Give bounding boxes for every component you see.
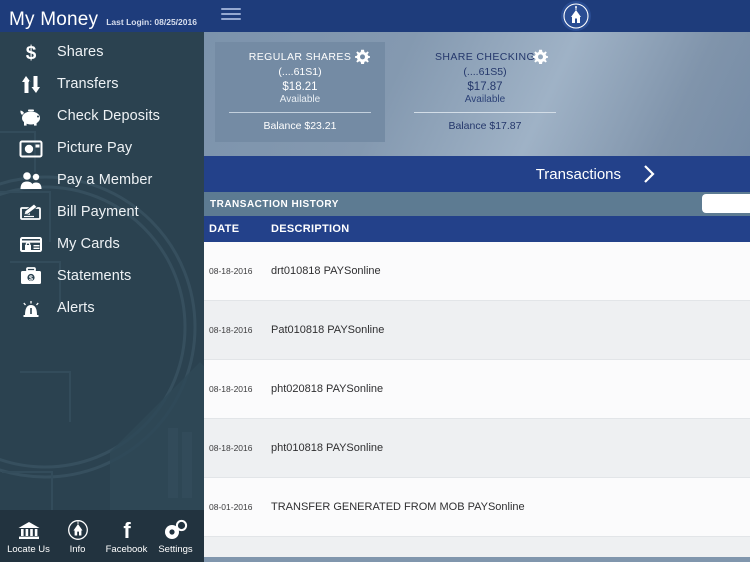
transaction-date: 08-18-2016 [209, 325, 253, 335]
table-row[interactable]: 08-18-2016 pht020818 PAYSonline [204, 360, 750, 419]
hamburger-line [221, 13, 241, 15]
sidebar: $ Shares $ Transfers Check Deposits Pict… [0, 32, 204, 562]
camera-icon [14, 135, 48, 161]
gear-icon[interactable] [533, 49, 548, 64]
account-balance: Balance $17.87 [448, 120, 522, 132]
account-balance: Balance $23.21 [263, 120, 337, 132]
transactions-table-header: DATE DESCRIPTION [204, 216, 750, 242]
transaction-history-title: TRANSACTION HISTORY [210, 198, 339, 210]
transactions-bar[interactable]: Transactions [204, 156, 750, 192]
hamburger-line [221, 8, 241, 10]
main-content: REGULAR SHARES (....61S1) $18.21 Availab… [204, 32, 750, 562]
hamburger-icon[interactable] [221, 6, 241, 22]
svg-text:$: $ [26, 43, 37, 63]
account-available-amount: $17.87 [467, 81, 503, 93]
app-root: My Money Last Login: 08/25/2016 $ Shares… [0, 0, 750, 562]
page-title: My Money [9, 9, 99, 30]
bottom-nav-label: Info [69, 543, 86, 555]
piggy-bank-icon [14, 103, 48, 129]
sidebar-item-shares[interactable]: $ Shares [0, 36, 204, 68]
transaction-description: pht020818 PAYSonline [271, 383, 384, 395]
account-available-label: Available [464, 94, 506, 105]
bottom-nav-label: Settings [158, 543, 193, 555]
sidebar-item-transfers[interactable]: $ Transfers [0, 68, 204, 100]
divider [229, 112, 371, 113]
top-bar: My Money Last Login: 08/25/2016 [0, 0, 750, 32]
sidebar-item-label: Check Deposits [57, 108, 160, 124]
transaction-date: 08-01-2016 [209, 502, 253, 512]
account-number: (....61S1) [278, 66, 322, 78]
sidebar-menu: $ Shares $ Transfers Check Deposits Pict… [0, 32, 204, 324]
gear-icon[interactable] [355, 49, 370, 64]
svg-text:f: f [123, 519, 131, 541]
table-row[interactable]: 08-01-2016 TRANSFER GENERATED FROM MOB P… [204, 478, 750, 537]
credit-union-logo-icon[interactable] [561, 1, 591, 31]
check-pen-icon [14, 199, 48, 225]
column-header-description: DESCRIPTION [271, 223, 350, 235]
sidebar-item-label: Bill Payment [57, 204, 139, 220]
chevron-right-icon[interactable] [643, 164, 656, 184]
hamburger-line [221, 18, 241, 20]
transaction-history-bar: TRANSACTION HISTORY ⚲ [204, 192, 750, 216]
briefcase-dollar-icon: $ [14, 263, 48, 289]
table-row[interactable]: 08-18-2016 Pat010818 PAYSonline [204, 301, 750, 360]
two-people-icon [14, 167, 48, 193]
bottom-nav-label: Facebook [105, 543, 148, 555]
transactions-label: Transactions [535, 165, 621, 183]
divider [414, 112, 556, 113]
sidebar-item-my-cards[interactable]: My Cards [0, 228, 204, 260]
sidebar-item-alerts[interactable]: Alerts [0, 292, 204, 324]
transfer-arrows-icon: $ [14, 71, 48, 97]
dollar-sign-icon: $ [14, 39, 48, 65]
transaction-date: 08-18-2016 [209, 443, 253, 453]
transactions-table-body: 08-18-2016 drt010818 PAYSonline 08-18-20… [204, 242, 750, 557]
sidebar-item-check-deposits[interactable]: Check Deposits [0, 100, 204, 132]
account-card-regular-shares[interactable]: REGULAR SHARES (....61S1) $18.21 Availab… [215, 42, 385, 142]
sidebar-item-label: Shares [57, 44, 104, 60]
account-available-amount: $18.21 [282, 81, 318, 93]
column-header-date: DATE [209, 223, 240, 235]
sidebar-item-label: Pay a Member [57, 172, 153, 188]
accounts-summary: REGULAR SHARES (....61S1) $18.21 Availab… [204, 32, 750, 156]
last-login-text: Last Login: 08/25/2016 [106, 17, 197, 27]
bottom-nav-item-facebook[interactable]: f Facebook [103, 518, 151, 555]
transaction-description: drt010818 PAYSonline [271, 265, 381, 277]
facebook-f-icon: f [117, 518, 137, 542]
top-bar-branding: My Money Last Login: 08/25/2016 [0, 0, 204, 32]
sidebar-item-pay-a-member[interactable]: Pay a Member [0, 164, 204, 196]
transaction-description: TRANSFER GENERATED FROM MOB PAYSonline [271, 501, 525, 513]
sidebar-item-picture-pay[interactable]: Picture Pay [0, 132, 204, 164]
gears-icon [163, 518, 189, 542]
bottom-nav: Locate Us Info f Facebook Settings [0, 510, 204, 562]
account-card-share-checking[interactable]: SHARE CHECKING (....61S5) $17.87 Availab… [400, 42, 570, 142]
transaction-date: 08-18-2016 [209, 384, 253, 394]
transaction-description: pht010818 PAYSonline [271, 442, 384, 454]
account-number: (....61S5) [463, 66, 507, 78]
table-row-partial [204, 537, 750, 557]
info-logo-icon [66, 518, 90, 542]
sidebar-item-label: Alerts [57, 300, 95, 316]
table-row[interactable]: 08-18-2016 drt010818 PAYSonline [204, 242, 750, 301]
sidebar-item-statements[interactable]: $ Statements [0, 260, 204, 292]
bottom-nav-item-settings[interactable]: Settings [152, 518, 200, 555]
card-lock-icon [14, 231, 48, 257]
search-input[interactable]: ⚲ [702, 194, 750, 213]
transaction-description: Pat010818 PAYSonline [271, 324, 385, 336]
bottom-nav-item-info[interactable]: Info [54, 518, 102, 555]
alarm-bell-icon [14, 295, 48, 321]
table-row[interactable]: 08-18-2016 pht010818 PAYSonline [204, 419, 750, 478]
sidebar-item-label: Transfers [57, 76, 119, 92]
sidebar-item-bill-payment[interactable]: Bill Payment [0, 196, 204, 228]
sidebar-item-label: Picture Pay [57, 140, 133, 156]
account-available-label: Available [279, 94, 321, 105]
transaction-date: 08-18-2016 [209, 266, 253, 276]
sidebar-item-label: Statements [57, 268, 132, 284]
svg-text:$: $ [29, 276, 33, 283]
bottom-nav-label: Locate Us [7, 543, 50, 555]
sidebar-item-label: My Cards [57, 236, 120, 252]
svg-text:$: $ [28, 79, 33, 89]
bank-building-icon [17, 518, 41, 542]
bottom-nav-item-locate-us[interactable]: Locate Us [5, 518, 53, 555]
